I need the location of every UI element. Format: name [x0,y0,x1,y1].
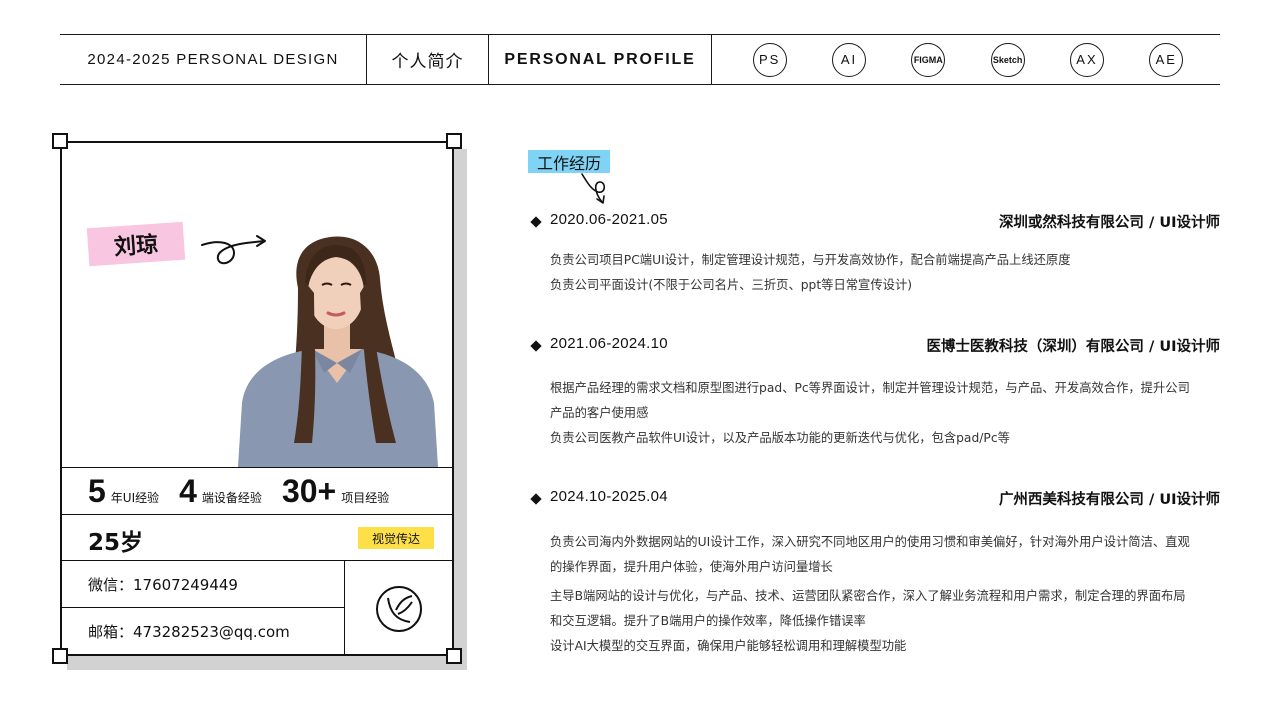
bullet-diamond-icon [530,493,542,505]
top-header-bar: 2024-2025 PERSONAL DESIGN 个人简介 PERSONAL … [60,34,1220,85]
card-corner-handle [446,648,462,664]
stat-devices: 4 端设备经验 [179,475,262,507]
job-date: 2024.10-2025.04 [550,488,668,505]
tool-badge-ae: AE [1149,42,1184,77]
job-line: 产品的客户使用感 [550,406,649,420]
stat-years-ui: 5 年UI经验 [88,475,159,507]
job-line: 负责公司医教产品软件UI设计，以及产品版本功能的更新迭代与优化，包含pad/Pc… [550,431,1010,445]
job-company: 广州西美科技有限公司 / UI设计师 [998,492,1220,508]
section-title-cn: 个人简介 [367,35,489,84]
job-entry-3: 2024.10-2025.04 广州西美科技有限公司 / UI设计师 负责公司海… [530,488,1220,668]
job-header: 2021.06-2024.10 医博士医教科技（深圳）有限公司 / UI设计师 [530,335,1220,359]
leaf-logo-icon [375,585,422,632]
job-line: 设计AI大模型的交互界面，确保用户能够轻松调用和理解模型功能 [550,639,907,653]
age-row: 25岁 视觉传达 [62,515,452,561]
wechat-contact: 微信：17607249449 [62,561,344,608]
job-date: 2020.06-2021.05 [550,211,668,228]
job-line: 根据产品经理的需求文档和原型图进行pad、Pc等界面设计，制定并管理设计规范，与… [550,381,1190,395]
card-corner-handle [52,648,68,664]
job-line: 的操作界面，提升用户体验，使海外用户访问量增长 [550,560,833,574]
job-line: 主导B端网站的设计与优化，与产品、技术、运营团队紧密合作，深入了解业务流程和用户… [550,589,1186,603]
job-line: 负责公司平面设计(不限于公司名片、三折页、ppt等日常宣传设计) [550,278,913,292]
name-tag: 刘琼 [86,221,186,267]
card-corner-handle [446,133,462,149]
job-description: 负责公司海内外数据网站的UI设计工作，深入研究不同地区用户的使用习惯和审美偏好，… [550,530,1220,659]
bullet-diamond-icon [530,340,542,352]
job-header: 2020.06-2021.05 深圳或然科技有限公司 / UI设计师 [530,211,1220,235]
design-year-title: 2024-2025 PERSONAL DESIGN [60,35,367,84]
stat-number: 30+ [281,473,337,509]
tool-badge-ai: AI [831,42,866,77]
tool-badge-ax: AX [1069,42,1104,77]
tool-list: PS AI FIGMA Sketch AX AE [712,35,1220,84]
loop-arrow-icon [581,173,606,204]
tool-badge-sketch: Sketch [990,42,1025,77]
job-company: 医博士医教科技（深圳）有限公司 / UI设计师 [926,339,1220,355]
experience-stats-row: 5 年UI经验 4 端设备经验 30+ 项目经验 [62,467,452,515]
tool-badge-ps: PS [752,42,787,77]
job-header: 2024.10-2025.04 广州西美科技有限公司 / UI设计师 [530,488,1220,512]
job-line: 负责公司海内外数据网站的UI设计工作，深入研究不同地区用户的使用习惯和审美偏好，… [550,535,1190,549]
specialty-badge: 视觉传达 [358,527,434,549]
personal-logo-cell [344,561,452,656]
profile-photo-area: 刘琼 [62,143,452,467]
stat-label: 端设备经验 [201,491,262,505]
tool-badge-figma: FIGMA [911,42,946,77]
swirl-arrow-icon [201,235,266,265]
stat-label: 项目经验 [341,491,390,505]
job-entry-1: 2020.06-2021.05 深圳或然科技有限公司 / UI设计师 负责公司项… [530,211,1220,301]
section-title-en: PERSONAL PROFILE [489,35,712,84]
stat-number: 4 [179,473,197,509]
job-entry-2: 2021.06-2024.10 医博士医教科技（深圳）有限公司 / UI设计师 … [530,335,1220,455]
card-corner-handle [52,133,68,149]
contact-block: 微信：17607249449 邮箱：473282523@qq.com [62,561,452,656]
job-description: 根据产品经理的需求文档和原型图进行pad、Pc等界面设计，制定并管理设计规范，与… [550,376,1220,451]
job-line: 和交互逻辑。提升了B端用户的操作效率，降低操作错误率 [550,614,866,628]
bullet-diamond-icon [530,216,542,228]
job-company: 深圳或然科技有限公司 / UI设计师 [998,215,1220,231]
job-line: 负责公司项目PC端UI设计，制定管理设计规范，与开发高效协作，配合前端提高产品上… [550,253,1071,267]
portrait-photo [238,236,438,467]
email-contact: 邮箱：473282523@qq.com [88,623,290,641]
stat-label: 年UI经验 [110,491,160,505]
profile-card: 刘琼 5 年UI经验 4 端设备经验 30+ 项目经验 25岁 视觉传达 微信：… [60,141,454,656]
job-date: 2021.06-2024.10 [550,335,668,352]
age-text: 25岁 [88,530,144,556]
stat-number: 5 [88,473,106,509]
job-description: 负责公司项目PC端UI设计，制定管理设计规范，与开发高效协作，配合前端提高产品上… [550,248,1220,298]
stat-projects: 30+ 项目经验 [282,475,389,507]
